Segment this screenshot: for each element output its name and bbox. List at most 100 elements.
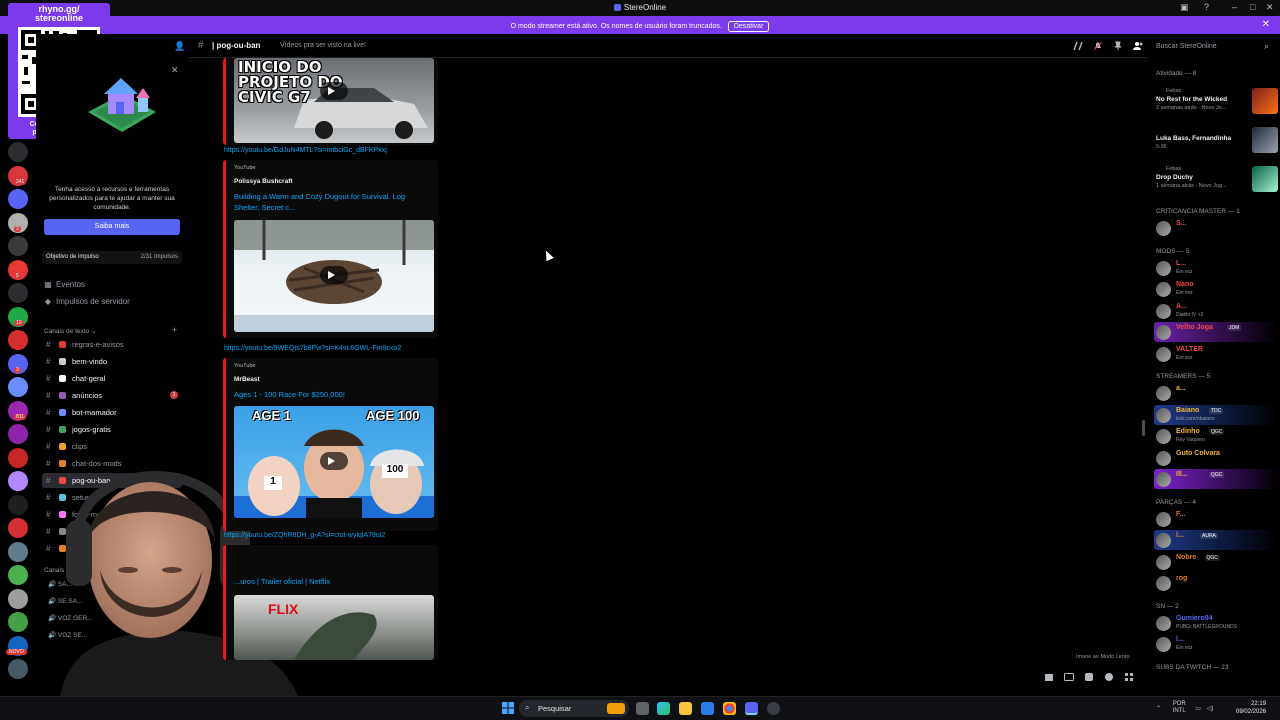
add-channel-icon[interactable]: + (172, 325, 177, 335)
gif-icon[interactable] (1064, 672, 1074, 682)
gift-icon[interactable] (1044, 672, 1054, 682)
activity-card[interactable]: Febas No Rest for the Wicked 2 semanas atr… (1156, 88, 1278, 122)
server-icon[interactable] (8, 612, 28, 632)
volume-icon[interactable]: ◁) (1207, 706, 1214, 712)
search-input[interactable]: Buscar StereOnline ⌕ (1150, 40, 1269, 54)
threads-icon[interactable] (1073, 41, 1083, 51)
channel-jogos-gratis[interactable]: # jogos-gratis (42, 422, 182, 437)
server-boosts-link[interactable]: ◆ Impulsos de servidor (44, 297, 130, 306)
server-icon[interactable] (8, 518, 28, 538)
message-link[interactable]: https://youtu.be/ZQhR8DH_g-A?si=ctot-wyl… (224, 532, 385, 539)
pinned-icon[interactable] (1113, 41, 1123, 51)
channel-clips[interactable]: # clips (42, 439, 182, 454)
store-icon[interactable] (701, 702, 714, 715)
member-row[interactable]: rog (1154, 573, 1278, 593)
emoji-icon[interactable] (1104, 672, 1114, 682)
notifications-icon[interactable] (1093, 41, 1103, 51)
channel-chat-geral[interactable]: # chat-geral (42, 371, 182, 386)
scrollbar[interactable] (1142, 420, 1145, 436)
server-icon[interactable] (8, 565, 28, 585)
embed-title[interactable]: Ages 1 - 100 Race For $250,000! (234, 389, 429, 400)
obs-icon[interactable] (767, 702, 780, 715)
member-row[interactable]: Edinho QGC Rey Vaquero (1154, 426, 1278, 446)
taskbar-search[interactable]: ⌕ Pesquisar (519, 700, 629, 717)
message-link[interactable]: https://youtu.be/GdJuN4MTL?si=mtbciGc_dB… (224, 147, 387, 154)
tray-chevron-icon[interactable]: ⌃ (1156, 706, 1161, 712)
member-row[interactable]: Gumiero94 PUBG: BATTLEGROUNDS (1154, 613, 1278, 633)
edge-icon[interactable] (657, 702, 670, 715)
channel-bem-vindo[interactable]: # bem-vindo (42, 354, 182, 369)
member-row[interactable]: A... Diablo IV +2 (1154, 301, 1278, 321)
system-tray[interactable]: ⌃ POR INTL ▭ ◁) (1156, 701, 1213, 715)
network-icon[interactable]: ▭ (1195, 706, 1201, 712)
channel-anúncios[interactable]: # anúncios 1 (42, 388, 182, 403)
embed-author[interactable]: MrBeast (234, 376, 260, 383)
embed-author[interactable]: Polissya Bushcraft (234, 178, 293, 185)
member-row[interactable]: Guto Colvara (1154, 448, 1278, 468)
server-icon[interactable] (8, 236, 28, 256)
member-row[interactable]: L... Em voz (1154, 258, 1278, 278)
minimize-icon[interactable]: – (1232, 2, 1237, 12)
discord-taskbar-icon[interactable] (745, 702, 758, 715)
play-icon[interactable] (320, 266, 348, 284)
sticker-icon[interactable] (1084, 672, 1094, 682)
channel-bot-mamador[interactable]: # bot-mamador (42, 405, 182, 420)
member-row[interactable]: Baiano TDC kick.com/obaiano (1154, 404, 1278, 425)
channel-regras-e-avisos[interactable]: # regras-e-avisos (42, 337, 182, 352)
member-row[interactable]: VALTER Em voz (1154, 344, 1278, 364)
clock[interactable]: 22:19 09/02/2026 (1236, 700, 1266, 716)
embed-title[interactable]: Building a Warm and Cozy Dugout for Surv… (234, 191, 429, 213)
server-icon[interactable] (8, 330, 28, 350)
activity-card[interactable]: Luka Bass, Fernandinha 5:36 (1156, 127, 1278, 161)
learn-more-button[interactable]: Saiba mais (44, 219, 180, 235)
video-thumbnail[interactable]: INICIO DO PROJETO DO CIVIC G7 (234, 58, 434, 143)
close-window-icon[interactable]: ✕ (1266, 2, 1274, 13)
invite-people-icon[interactable]: 👤 (174, 41, 185, 52)
server-icon[interactable] (8, 541, 28, 562)
task-view-icon[interactable] (636, 702, 649, 715)
server-icon[interactable] (8, 283, 28, 303)
member-row[interactable]: l... AURA (1154, 530, 1278, 550)
text-channels-category[interactable]: Canais de texto ⌄ (44, 327, 96, 335)
boost-goal[interactable]: Objetivo de impulso 2/31 Impulsos (42, 251, 182, 264)
video-thumbnail[interactable]: FLIX (234, 595, 434, 660)
server-icon[interactable] (8, 659, 28, 679)
server-icon[interactable] (8, 471, 28, 491)
video-thumbnail[interactable]: AGE 1 AGE 100 1 100 (234, 406, 434, 518)
message-link[interactable]: https://youtu.be/9WEQts7b8Pw?si=K4sL6GWL… (224, 345, 401, 352)
member-row[interactable]: Nano Em voz (1154, 279, 1278, 299)
apps-icon[interactable] (1124, 672, 1134, 682)
promo-close-icon[interactable]: ✕ (171, 65, 179, 76)
member-row[interactable]: Ill... QGC (1154, 469, 1278, 489)
keyboard-language[interactable]: POR INTL (1173, 701, 1186, 715)
maximize-icon[interactable]: □ (1250, 2, 1255, 12)
embed-title[interactable]: ...uros | Trailer oficial | Netflix (234, 576, 429, 587)
play-icon[interactable] (320, 452, 348, 470)
disable-streamer-button[interactable]: Desativar (727, 21, 770, 32)
member-row[interactable]: S... (1154, 218, 1278, 238)
clock-time: 22:19 (1251, 701, 1267, 707)
member-row[interactable]: Velho Joga JDM (1154, 322, 1278, 342)
inbox-icon[interactable]: ▣ (1180, 2, 1189, 13)
file-explorer-icon[interactable] (679, 702, 692, 715)
member-row[interactable]: l... Em voz (1154, 634, 1278, 654)
chrome-icon[interactable] (723, 702, 736, 715)
server-icon[interactable] (8, 588, 28, 609)
member-row[interactable]: Nobre QGC (1154, 552, 1278, 572)
server-icon[interactable] (8, 424, 28, 444)
member-list-icon[interactable] (1133, 41, 1143, 51)
member-row[interactable]: a... (1154, 383, 1278, 403)
server-icon[interactable] (8, 142, 28, 162)
server-icon[interactable] (8, 189, 28, 209)
server-icon[interactable] (8, 494, 28, 515)
events-link[interactable]: ▦ Eventos (44, 280, 85, 289)
video-thumbnail[interactable] (234, 220, 434, 332)
play-icon[interactable] (320, 82, 348, 100)
start-icon[interactable] (502, 702, 514, 714)
activity-card[interactable]: Febas Drop Duchy 1 semana atrás · Novo Jog… (1156, 166, 1278, 200)
server-icon[interactable] (8, 377, 28, 397)
banner-close-icon[interactable]: ✕ (1262, 19, 1270, 30)
server-icon[interactable] (8, 447, 28, 468)
member-row[interactable]: F... (1154, 509, 1278, 529)
help-icon[interactable]: ? (1204, 2, 1209, 12)
